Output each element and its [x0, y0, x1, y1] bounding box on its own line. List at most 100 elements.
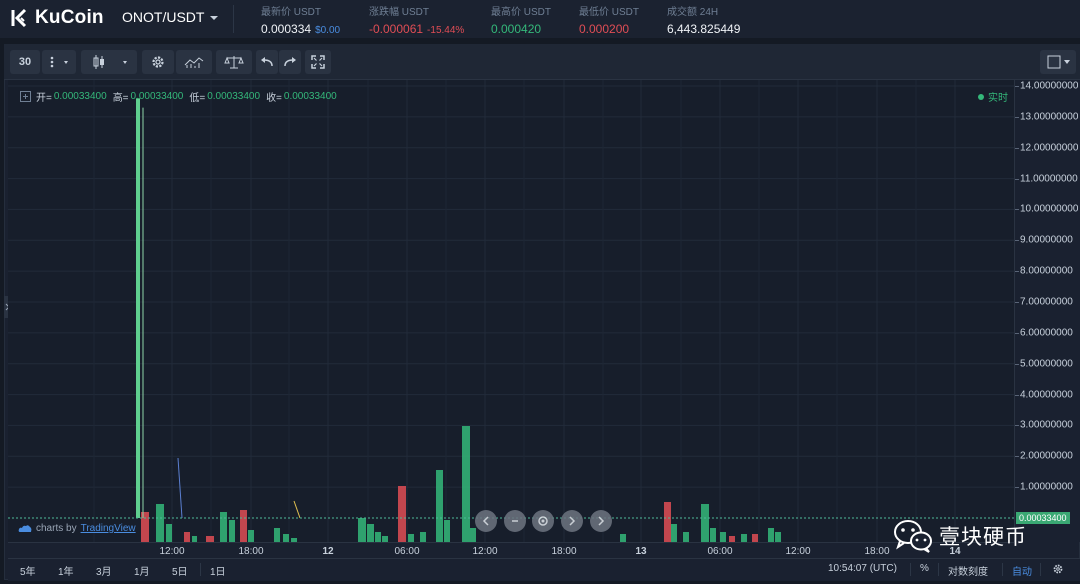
chart-pane[interactable]: 开= 0.00033400 高= 0.00033400 低= 0.00033400 收…: [8, 80, 1014, 542]
indicators-icon: [184, 57, 204, 68]
scroll-right-button[interactable]: [590, 510, 612, 532]
range-5y[interactable]: 5年: [20, 563, 36, 578]
price-tick-mark: [1015, 86, 1019, 87]
high-value: 0.00033400: [130, 91, 184, 102]
time-tick-label: 12:00: [472, 546, 498, 557]
price-tick-label: 14.00000000: [1020, 80, 1079, 92]
minus-icon: [512, 520, 518, 522]
volume-bar: [741, 534, 747, 542]
time-tick-label: 18:00: [238, 546, 264, 557]
zoom-out-button[interactable]: [504, 510, 526, 532]
volume-bar: [671, 524, 677, 542]
expand-icon[interactable]: [20, 91, 31, 102]
volume-bar: [470, 528, 476, 542]
percent-toggle[interactable]: %: [920, 563, 929, 574]
stat-label: 最低价 USDT: [579, 7, 639, 18]
reset-icon: [538, 516, 548, 526]
range-1d[interactable]: 1日: [210, 563, 226, 578]
interval-dropdown[interactable]: [42, 50, 76, 74]
time-scale[interactable]: 12:00 18:00 12 06:00 12:00 18:00 13 06:00 12:00 1…: [8, 542, 1014, 559]
volume-bar: [398, 486, 406, 542]
range-5d[interactable]: 5日: [172, 563, 188, 578]
time-tick-label: 12:00: [785, 546, 811, 557]
zoom-in-button[interactable]: [561, 510, 583, 532]
volume-bar: [141, 512, 149, 542]
stat-value: 6,443.825449: [667, 22, 741, 36]
price-tick-label: 9.00000000: [1020, 234, 1073, 246]
divider: [1002, 563, 1003, 576]
range-3m[interactable]: 3月: [96, 563, 112, 578]
stat-value: 0.000334: [261, 22, 312, 36]
price-scale[interactable]: 14.00000000 13.00000000 12.00000000 11.0000…: [1014, 80, 1080, 542]
volume-bar: [462, 426, 470, 542]
time-tick-label: 18:00: [551, 546, 577, 557]
volume-bar: [166, 524, 172, 542]
volume-bar: [283, 534, 289, 542]
stat-last-price: 最新价 USDT 0.000334 $0.00: [261, 3, 340, 36]
interval-label: 30: [18, 56, 32, 68]
kucoin-logo[interactable]: KuCoin: [9, 6, 104, 30]
charts-by-label: charts by: [36, 523, 77, 534]
time-tick-label: 06:00: [707, 546, 733, 557]
price-tick-mark: [1015, 147, 1019, 149]
theme-button[interactable]: [1040, 50, 1076, 74]
pair-selector[interactable]: ONOT/USDT: [122, 9, 219, 25]
wechat-icon: [894, 520, 932, 553]
volume-bar: [408, 534, 414, 542]
price-tick-label: 8.00000000: [1020, 265, 1073, 277]
gear-icon: [1053, 564, 1063, 574]
volume-bar: [683, 532, 689, 542]
reset-zoom-button[interactable]: [532, 510, 554, 532]
settings-button[interactable]: [142, 50, 174, 74]
status-dot-icon: [978, 93, 984, 100]
redo-button[interactable]: [279, 50, 301, 74]
volume-bar: [436, 470, 443, 542]
open-label: 开=: [36, 93, 52, 104]
open-value: 0.00033400: [53, 91, 107, 102]
tradingview-attribution[interactable]: charts by TradingView: [18, 523, 136, 534]
range-1m[interactable]: 1月: [134, 563, 150, 578]
price-tick-mark: [1015, 209, 1019, 211]
stat-sub: -15.44%: [427, 25, 465, 36]
realtime-label: 实时: [988, 93, 1008, 104]
stat-value: -0.000061: [369, 22, 424, 36]
ohlc-legend: 开= 0.00033400 高= 0.00033400 低= 0.00033400 收…: [20, 89, 343, 104]
interval-button[interactable]: 30: [10, 50, 40, 74]
log-scale-toggle[interactable]: 对数刻度: [948, 563, 988, 578]
price-tick-label: 7.00000000: [1020, 296, 1073, 308]
range-1y[interactable]: 1年: [58, 563, 74, 578]
low-value: 0.00033400: [207, 91, 261, 102]
utc-clock[interactable]: 10:54:07 (UTC): [828, 563, 897, 574]
fullscreen-button[interactable]: [305, 50, 331, 74]
volume-bar: [375, 532, 381, 542]
auto-scale-toggle[interactable]: 自动: [1012, 563, 1032, 578]
price-tick-label: 11.00000000: [1020, 173, 1078, 185]
candle-wick: [177, 457, 183, 519]
price-tick-label: 4.00000000: [1020, 389, 1073, 401]
fullscreen-icon: [311, 55, 325, 69]
close-value: 0.00033400: [283, 91, 337, 102]
high-label: 高=: [112, 93, 129, 104]
scroll-left-button[interactable]: [475, 510, 497, 532]
price-tick-mark: [1015, 116, 1019, 118]
tradingview-link[interactable]: TradingView: [81, 523, 136, 534]
price-chart: [8, 80, 1014, 542]
price-tick-mark: [1015, 271, 1019, 273]
chevron-right-icon: [569, 516, 576, 526]
volume-bar: [710, 528, 716, 542]
volume-bar: [367, 524, 374, 542]
compare-button[interactable]: [216, 50, 252, 74]
chart-type-button[interactable]: [81, 50, 137, 74]
time-tick-label: 12:00: [159, 546, 185, 557]
volume-bar: [444, 520, 450, 542]
indicators-button[interactable]: [176, 50, 212, 74]
divider: [233, 5, 234, 33]
candlestick-icon: [93, 55, 127, 69]
wechat-watermark: 壹块硬币: [893, 517, 1027, 555]
stat-label: 涨跌幅 USDT: [369, 7, 429, 18]
chevron-right-icon: [598, 516, 605, 526]
scale-settings-button[interactable]: [1052, 563, 1064, 578]
undo-button[interactable]: [256, 50, 278, 74]
candle-wick: [293, 500, 301, 519]
pair-label: ONOT/USDT: [122, 9, 205, 25]
